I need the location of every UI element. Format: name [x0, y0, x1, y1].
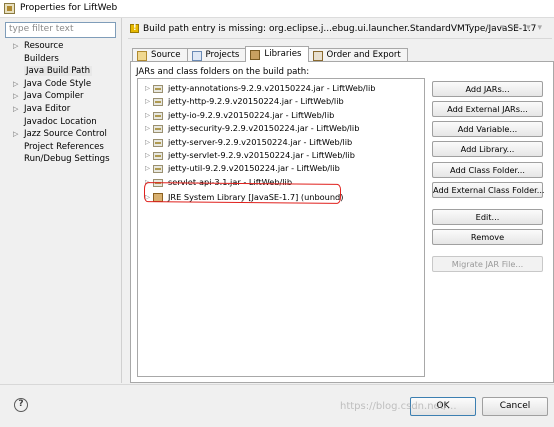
- projects-icon: [191, 51, 202, 61]
- nav-item-label: Java Build Path: [24, 66, 93, 77]
- nav-item-label: Java Editor: [24, 103, 71, 114]
- window-title: Properties for LiftWeb: [20, 3, 118, 13]
- migrate-jar-button[interactable]: Migrate JAR File...: [432, 256, 543, 272]
- add-class-folder-button[interactable]: Add Class Folder...: [432, 162, 543, 178]
- warning-icon: [130, 23, 139, 33]
- list-item[interactable]: ▷ jetty-http-9.2.9.v20150224.jar - LiftW…: [138, 95, 424, 108]
- nav-item-label: Javadoc Location: [24, 116, 97, 127]
- list-item[interactable]: ▷ jetty-security-9.2.9.v20150224.jar - L…: [138, 122, 424, 135]
- build-path-library-list[interactable]: ▷ jetty-annotations-9.2.9.v20150224.jar …: [137, 78, 425, 377]
- nav-item-label: Jazz Source Control: [24, 129, 107, 140]
- tab-libraries[interactable]: Libraries: [245, 46, 309, 62]
- add-library-button[interactable]: Add Library...: [432, 141, 543, 157]
- list-item[interactable]: ▷ jetty-util-9.2.9.v20150224.jar - LiftW…: [138, 162, 424, 175]
- properties-nav-tree: ▷ Resource Builders Java Build Path ▷ Ja…: [5, 40, 120, 166]
- remove-button[interactable]: Remove: [432, 229, 543, 245]
- expand-arrow-icon[interactable]: ▷: [13, 40, 18, 53]
- build-path-tabs: Source Projects Libraries Order and Expo…: [132, 46, 408, 62]
- expand-arrow-icon[interactable]: ▷: [145, 82, 150, 95]
- jar-label: jetty-annotations-9.2.9.v20150224.jar - …: [168, 83, 376, 93]
- jar-label: jetty-io-9.2.9.v20150224.jar - LiftWeb/l…: [168, 109, 335, 120]
- jar-label: jetty-servlet-9.2.9.v20150224.jar - Lift…: [168, 149, 355, 160]
- source-folder-icon: [137, 51, 147, 61]
- tab-label: Projects: [205, 50, 240, 60]
- nav-item-label: Builders: [24, 53, 59, 64]
- nav-item-java-build-path[interactable]: Java Build Path: [5, 65, 120, 78]
- jar-label: jetty-util-9.2.9.v20150224.jar - LiftWeb…: [168, 163, 340, 174]
- nav-item-builders[interactable]: Builders: [5, 53, 120, 66]
- jar-file-icon: [153, 178, 163, 187]
- nav-item-label: Run/Debug Settings: [24, 154, 110, 165]
- expand-arrow-icon[interactable]: ▷: [13, 90, 18, 103]
- expand-arrow-icon[interactable]: ▷: [13, 103, 18, 116]
- libraries-caption: JARs and class folders on the build path…: [136, 67, 310, 77]
- tab-order-and-export[interactable]: Order and Export: [307, 48, 408, 62]
- add-jars-button[interactable]: Add JARs...: [432, 81, 543, 97]
- nav-item-label: Resource: [24, 41, 64, 51]
- jre-system-library-item[interactable]: ▷ JRE System Library [JavaSE-1.7] (unbou…: [138, 191, 424, 204]
- list-item[interactable]: ▷ jetty-io-9.2.9.v20150224.jar - LiftWeb…: [138, 109, 424, 122]
- tab-label: Source: [151, 50, 181, 60]
- jar-file-icon: [153, 125, 163, 134]
- footer-divider: [0, 384, 554, 385]
- nav-item-project-references[interactable]: Project References: [5, 141, 120, 154]
- jre-label: JRE System Library [JavaSE-1.7] (unbound…: [168, 192, 344, 203]
- jar-file-icon: [153, 98, 163, 107]
- pane-divider[interactable]: [121, 18, 122, 383]
- tab-source[interactable]: Source: [132, 48, 188, 62]
- jar-file-icon: [153, 151, 163, 160]
- nav-item-label: Java Code Style: [24, 78, 92, 89]
- expand-arrow-icon[interactable]: ▷: [145, 149, 150, 162]
- add-external-class-folder-button[interactable]: Add External Class Folder...: [432, 182, 545, 198]
- add-variable-button[interactable]: Add Variable...: [432, 121, 543, 137]
- nav-item-label: Java Compiler: [24, 91, 84, 102]
- nav-item-label: Project References: [24, 141, 104, 152]
- nav-item-resource[interactable]: ▷ Resource: [5, 40, 120, 53]
- title-bar: Properties for LiftWeb: [0, 0, 554, 18]
- jar-label: servlet-api-3.1.jar - LiftWeb/lib: [168, 176, 293, 187]
- list-item[interactable]: ▷ jetty-annotations-9.2.9.v20150224.jar …: [138, 82, 424, 95]
- order-export-icon: [312, 51, 323, 61]
- jar-label: jetty-http-9.2.9.v20150224.jar - LiftWeb…: [168, 96, 344, 107]
- tab-label: Order and Export: [326, 50, 401, 60]
- filter-input[interactable]: type filter text: [5, 22, 116, 38]
- add-external-jars-button[interactable]: Add External JARs...: [432, 101, 543, 117]
- jar-file-icon: [153, 85, 163, 93]
- eclipse-properties-icon: [4, 3, 15, 14]
- nav-item-javadoc-location[interactable]: Javadoc Location: [5, 116, 120, 129]
- list-item[interactable]: ▷ servlet-api-3.1.jar - LiftWeb/lib: [138, 176, 424, 189]
- list-item[interactable]: ▷ jetty-server-9.2.9.v20150224.jar - Lif…: [138, 136, 424, 149]
- list-item[interactable]: ▷ jetty-servlet-9.2.9.v20150224.jar - Li…: [138, 149, 424, 162]
- nav-item-run-debug-settings[interactable]: Run/Debug Settings: [5, 153, 120, 166]
- nav-item-java-editor[interactable]: ▷ Java Editor: [5, 103, 120, 116]
- expand-arrow-icon[interactable]: ▷: [145, 95, 150, 108]
- header-divider: [128, 38, 552, 39]
- jar-file-icon: [153, 138, 163, 147]
- expand-arrow-icon[interactable]: ▷: [145, 162, 150, 175]
- page-message: Build path entry is missing: org.eclipse…: [143, 24, 537, 34]
- jar-label: jetty-security-9.2.9.v20150224.jar - Lif…: [168, 123, 360, 134]
- cancel-button[interactable]: Cancel: [482, 397, 548, 416]
- expand-arrow-icon[interactable]: ▷: [145, 122, 150, 135]
- help-icon[interactable]: ?: [14, 398, 28, 412]
- nav-item-java-code-style[interactable]: ▷ Java Code Style: [5, 78, 120, 91]
- expand-arrow-icon[interactable]: ▷: [145, 191, 150, 204]
- expand-arrow-icon[interactable]: ▷: [13, 78, 18, 91]
- jar-file-icon: [153, 111, 163, 120]
- expand-arrow-icon[interactable]: ▷: [13, 128, 18, 141]
- jar-file-icon: [153, 165, 163, 174]
- ok-button[interactable]: OK: [410, 397, 476, 416]
- edit-button[interactable]: Edit...: [432, 209, 543, 225]
- nav-item-java-compiler[interactable]: ▷ Java Compiler: [5, 90, 120, 103]
- expand-arrow-icon[interactable]: ▷: [145, 176, 150, 189]
- tab-projects[interactable]: Projects: [186, 48, 247, 62]
- history-nav-buttons[interactable]: ⇦ ▾ ⇨ ▾ ▾: [486, 23, 544, 33]
- libraries-icon: [250, 50, 261, 60]
- expand-arrow-icon[interactable]: ▷: [145, 136, 150, 149]
- library-container-icon: [153, 193, 163, 203]
- expand-arrow-icon[interactable]: ▷: [145, 109, 150, 122]
- nav-item-jazz-source-control[interactable]: ▷ Jazz Source Control: [5, 128, 120, 141]
- jar-label: jetty-server-9.2.9.v20150224.jar - LiftW…: [168, 136, 353, 147]
- tab-label: Libraries: [264, 49, 302, 59]
